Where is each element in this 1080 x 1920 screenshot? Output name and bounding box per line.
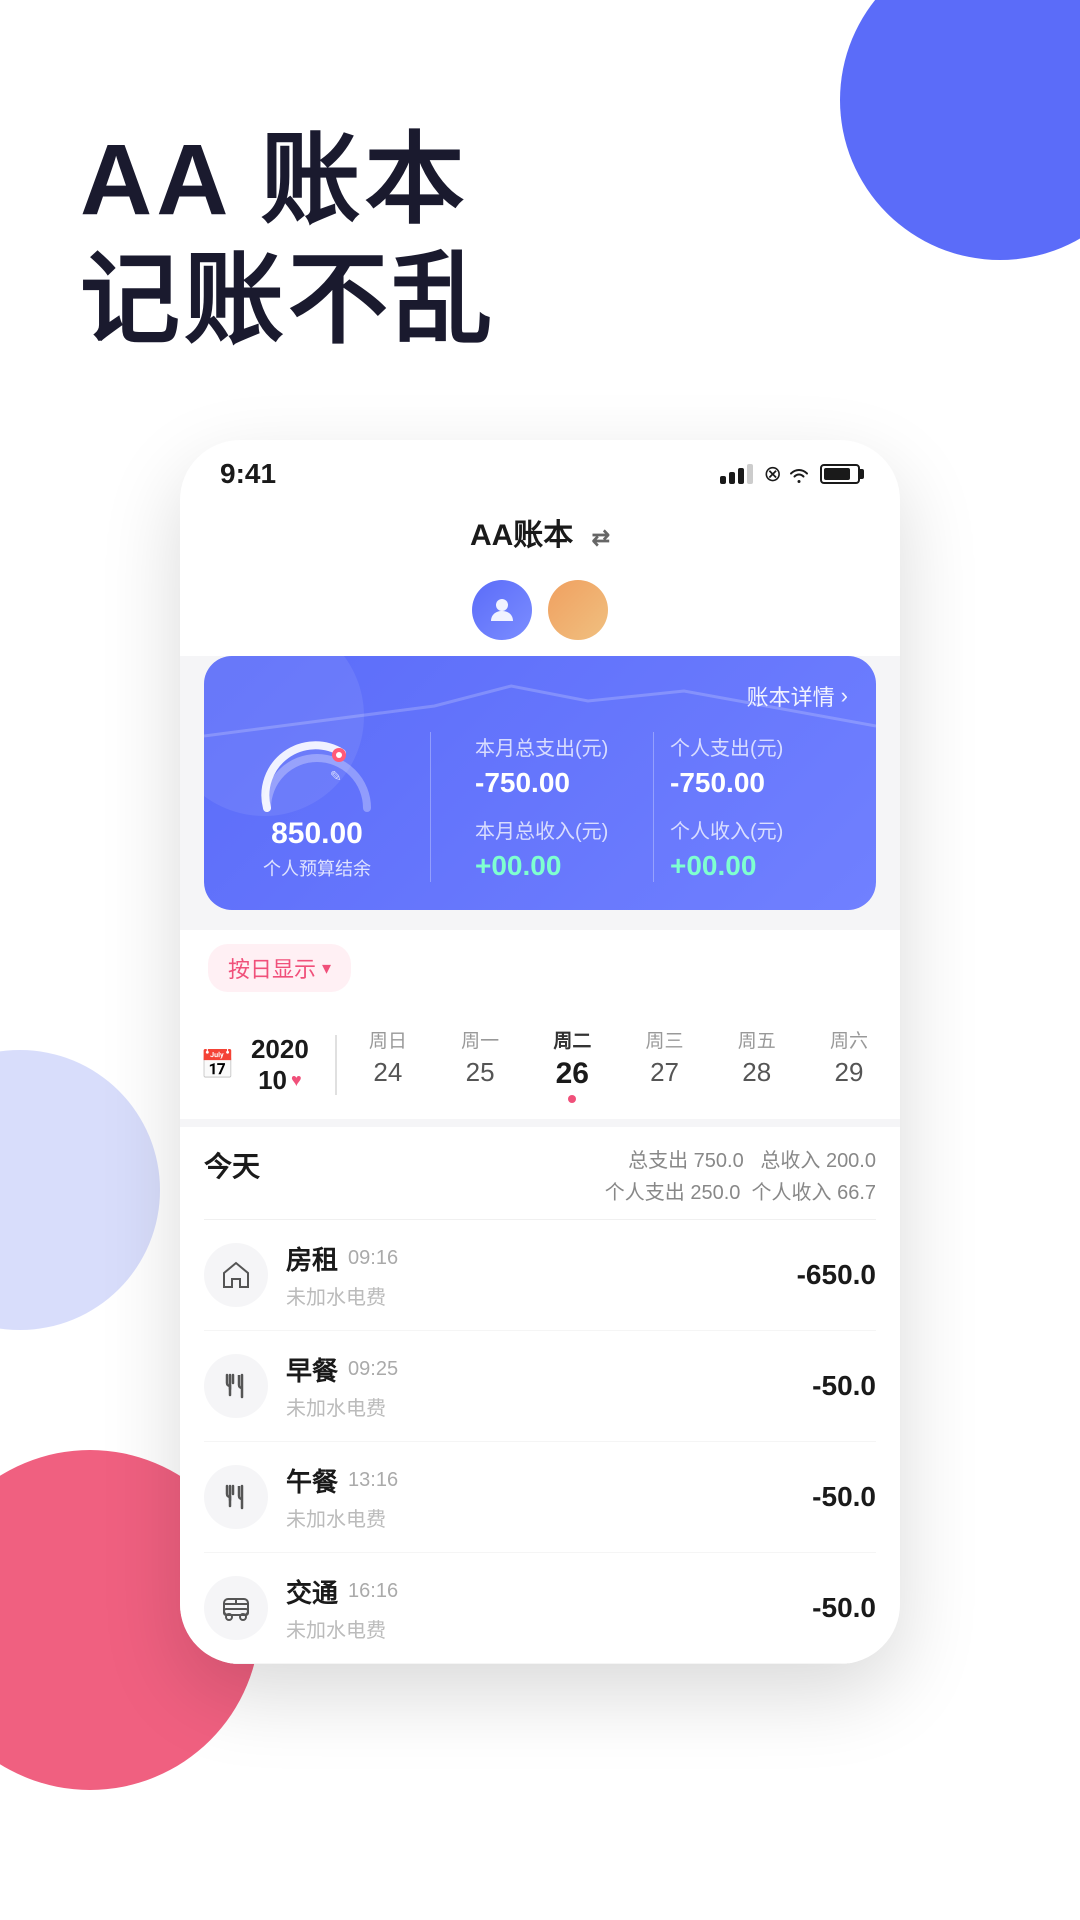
txn-amount-3: -50.0 [812, 1592, 876, 1624]
gauge-value: 850.00 [271, 817, 363, 851]
cal-day-29[interactable]: 周六 29 [818, 1020, 880, 1109]
phone-mockup-wrapper: 9:41 ⊗ [0, 440, 1080, 1664]
filter-button[interactable]: 按日显示 ▾ [208, 944, 351, 992]
avatars-row [180, 570, 900, 656]
calendar-icon: 📅 [200, 1048, 235, 1081]
status-time: 9:41 [220, 458, 276, 490]
card-body: ✎ 850.00 个人预算结余 本月总支出(元) -750.00 本月总收入(元… [232, 732, 848, 882]
svg-text:✎: ✎ [330, 768, 342, 784]
gauge-section: ✎ 850.00 个人预算结余 [232, 732, 402, 882]
avatar-1[interactable] [472, 580, 532, 640]
txn-amount-0: -650.0 [797, 1259, 876, 1291]
txn-item-2[interactable]: 午餐 13:16 未加水电费 -50.0 [204, 1442, 876, 1553]
cal-divider [335, 1035, 337, 1095]
stats-col-right: 个人支出(元) -750.00 个人收入(元) +00.00 [654, 732, 848, 882]
personal-income-label: 个人收入(元) [670, 815, 832, 844]
txn-icon-1 [204, 1354, 268, 1418]
txn-icon-2 [204, 1465, 268, 1529]
txn-item-3[interactable]: 交通 16:16 未加水电费 -50.0 [204, 1553, 876, 1664]
txn-name-1: 早餐 [286, 1351, 338, 1388]
card-divider-1 [430, 732, 431, 882]
filter-label: 按日显示 [228, 952, 316, 984]
txn-name-3: 交通 [286, 1573, 338, 1610]
txn-item-0[interactable]: 房租 09:16 未加水电费 -650.0 [204, 1220, 876, 1331]
total-expense-value: -750.00 [475, 767, 637, 799]
cal-month-display: 2020 10 ♥ [245, 1034, 315, 1096]
app-header: AA账本 ⇄ [180, 500, 900, 570]
txn-name-0: 房租 [286, 1240, 338, 1277]
txn-today-label: 今天 [204, 1145, 260, 1185]
main-card: 账本详情 › ✎ 85 [204, 656, 876, 910]
cal-days: 周日 24 周一 25 周二 26 周三 27 周五 28 周六 29 [357, 1020, 880, 1109]
card-stats: 本月总支出(元) -750.00 本月总收入(元) +00.00 个人支出(元)… [459, 732, 848, 882]
txn-amount-2: -50.0 [812, 1481, 876, 1513]
battery-icon [820, 464, 860, 484]
txn-summary: 总支出 750.0 总收入 200.0 个人支出 250.0 个人收入 66.7 [605, 1145, 876, 1209]
cal-day-26[interactable]: 周二 26 [541, 1020, 603, 1109]
personal-expense-value: -750.00 [670, 767, 832, 799]
txn-note-3: 未加水电费 [286, 1614, 794, 1643]
stats-col-left: 本月总支出(元) -750.00 本月总收入(元) +00.00 [459, 732, 653, 882]
total-income-label: 本月总收入(元) [475, 815, 637, 844]
cal-day-27[interactable]: 周三 27 [634, 1020, 696, 1109]
txn-name-2: 午餐 [286, 1462, 338, 1499]
txn-time-3: 16:16 [348, 1580, 398, 1603]
txn-item-1[interactable]: 早餐 09:25 未加水电费 -50.0 [204, 1331, 876, 1442]
txn-time-2: 13:16 [348, 1469, 398, 1492]
cal-day-28[interactable]: 周五 28 [726, 1020, 788, 1109]
cal-day-25[interactable]: 周一 25 [449, 1020, 511, 1109]
hero-title-line1: AA 账本 [80, 120, 1000, 240]
status-bar: 9:41 ⊗ [180, 440, 900, 500]
transactions-section: 今天 总支出 750.0 总收入 200.0 个人支出 250.0 个人收入 6… [180, 1127, 900, 1664]
app-title: AA账本 [470, 519, 573, 552]
txn-note-1: 未加水电费 [286, 1392, 794, 1421]
txn-time-0: 09:16 [348, 1247, 398, 1270]
cal-month-chevron[interactable]: ♥ [291, 1070, 302, 1091]
txn-note-2: 未加水电费 [286, 1503, 794, 1532]
txn-header: 今天 总支出 750.0 总收入 200.0 个人支出 250.0 个人收入 6… [204, 1127, 876, 1220]
cal-day-24[interactable]: 周日 24 [357, 1020, 419, 1109]
gauge-label: 个人预算结余 [263, 855, 371, 881]
txn-icon-0 [204, 1243, 268, 1307]
avatar-2[interactable] [548, 580, 608, 640]
wifi-icon: ⊗ [763, 461, 810, 487]
signal-icon [720, 464, 753, 484]
personal-income-value: +00.00 [670, 850, 832, 882]
total-income-value: +00.00 [475, 850, 637, 882]
txn-amount-1: -50.0 [812, 1370, 876, 1402]
txn-list: 房租 09:16 未加水电费 -650.0 早餐 09:25 未加水电费 -50… [204, 1220, 876, 1664]
hero-section: AA 账本 记账不乱 [0, 0, 1080, 420]
cal-month-num: 10 ♥ [258, 1065, 302, 1096]
filter-row: 按日显示 ▾ [180, 930, 900, 1006]
filter-chevron-icon: ▾ [322, 958, 331, 979]
calendar-row: 📅 2020 10 ♥ 周日 24 周一 25 周二 26 周三 27 周五 2… [180, 1006, 900, 1119]
switch-icon[interactable]: ⇄ [592, 525, 610, 551]
txn-note-0: 未加水电费 [286, 1281, 779, 1310]
hero-title-line2: 记账不乱 [80, 240, 1000, 360]
cal-year: 2020 [251, 1034, 309, 1065]
status-icons: ⊗ [720, 461, 860, 487]
phone-mockup: 9:41 ⊗ [180, 440, 900, 1664]
txn-time-1: 09:25 [348, 1358, 398, 1381]
txn-icon-3 [204, 1576, 268, 1640]
